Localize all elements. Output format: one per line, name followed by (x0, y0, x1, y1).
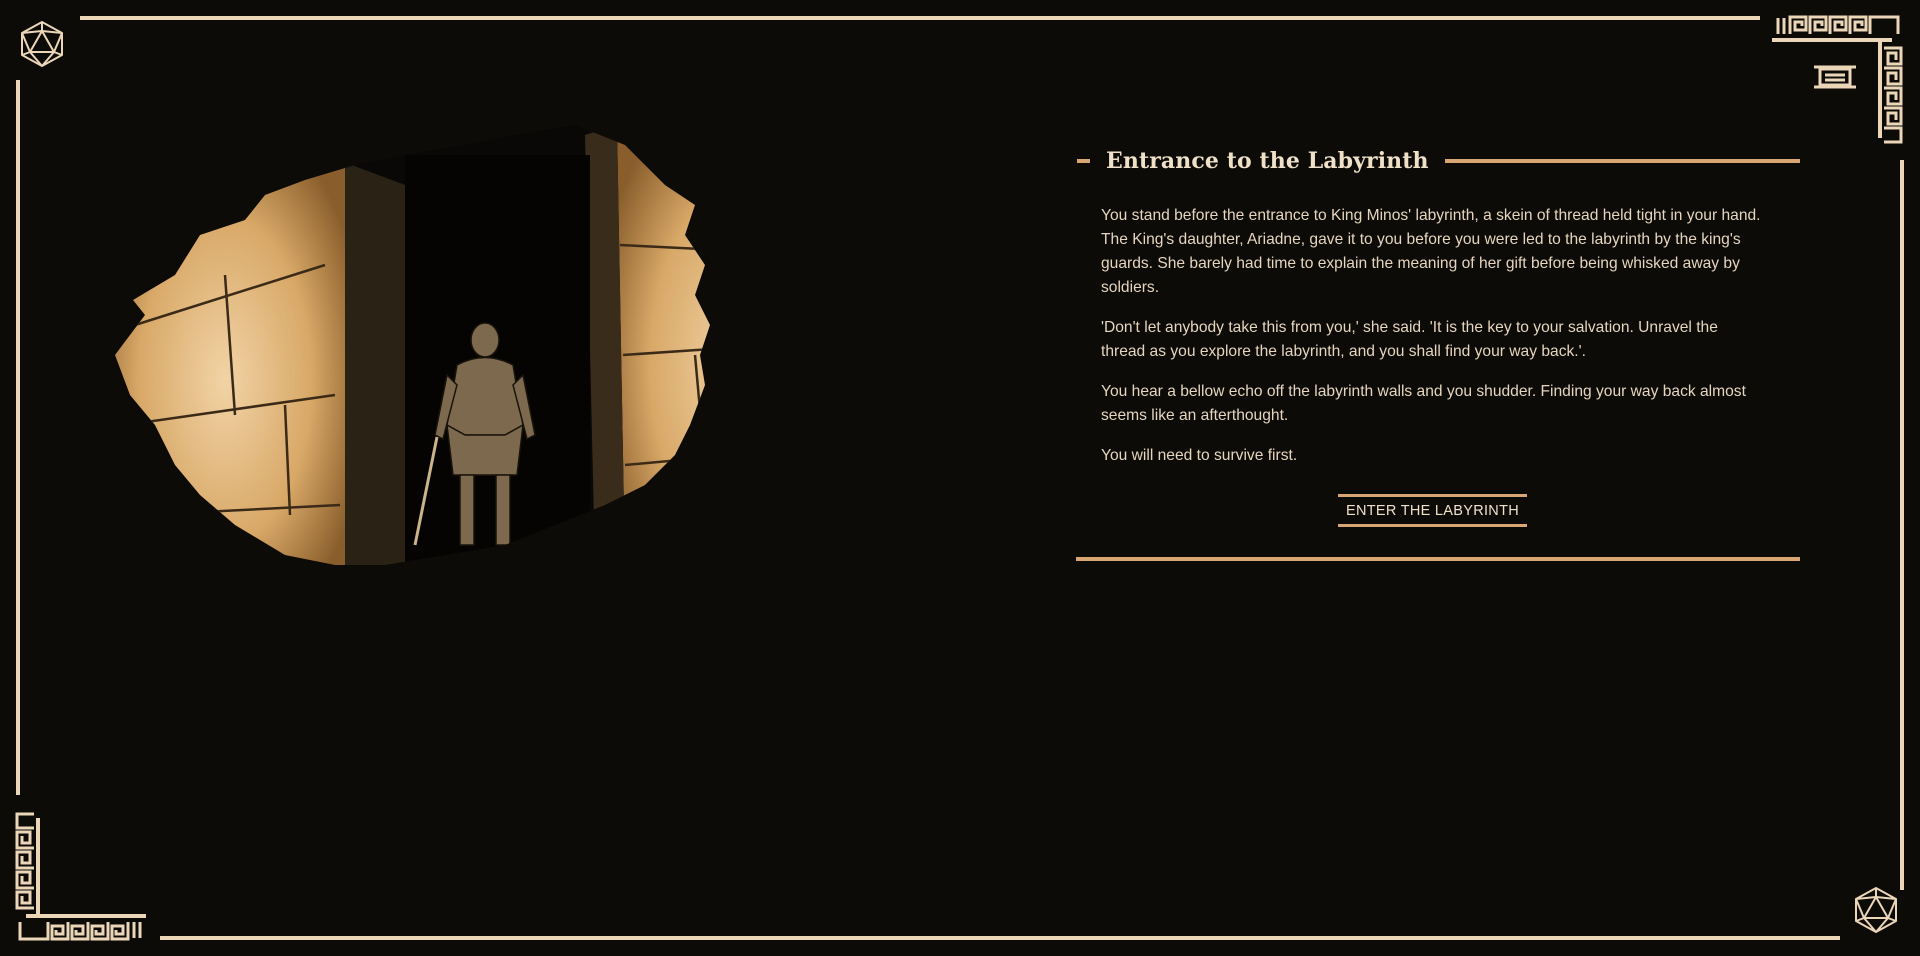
story-paragraph: You will need to survive first. (1101, 447, 1298, 464)
scroll-menu-icon[interactable] (1812, 62, 1858, 92)
enter-labyrinth-button[interactable]: ENTER THE LABYRINTH (1337, 494, 1528, 527)
story-panel: Entrance to the Labyrinth You stand befo… (1076, 138, 1800, 561)
story-paragraph: 'Don't let anybody take this from you,' … (1101, 319, 1718, 360)
d20-icon (1855, 887, 1897, 933)
story-title: Entrance to the Labyrinth (1106, 148, 1429, 174)
frame-right-border (1900, 160, 1904, 890)
d20-icon (21, 21, 63, 67)
frame-bottom-border (160, 936, 1840, 940)
title-rule (1444, 159, 1800, 163)
story-paragraph: You stand before the entrance to King Mi… (1101, 207, 1761, 296)
story-title-bar: Entrance to the Labyrinth (1076, 138, 1800, 184)
greek-key-icon (15, 812, 146, 941)
story-text: You stand before the entrance to King Mi… (1076, 184, 1800, 527)
story-bottom-rule (1076, 557, 1800, 561)
frame-left-border (16, 80, 20, 795)
scene-illustration (115, 125, 710, 565)
story-paragraph: You hear a bellow echo off the labyrinth… (1101, 383, 1746, 424)
title-dash-ornament (1077, 159, 1090, 163)
frame-top-border (80, 16, 1760, 20)
enter-button-wrapper: ENTER THE LABYRINTH (1101, 494, 1764, 527)
